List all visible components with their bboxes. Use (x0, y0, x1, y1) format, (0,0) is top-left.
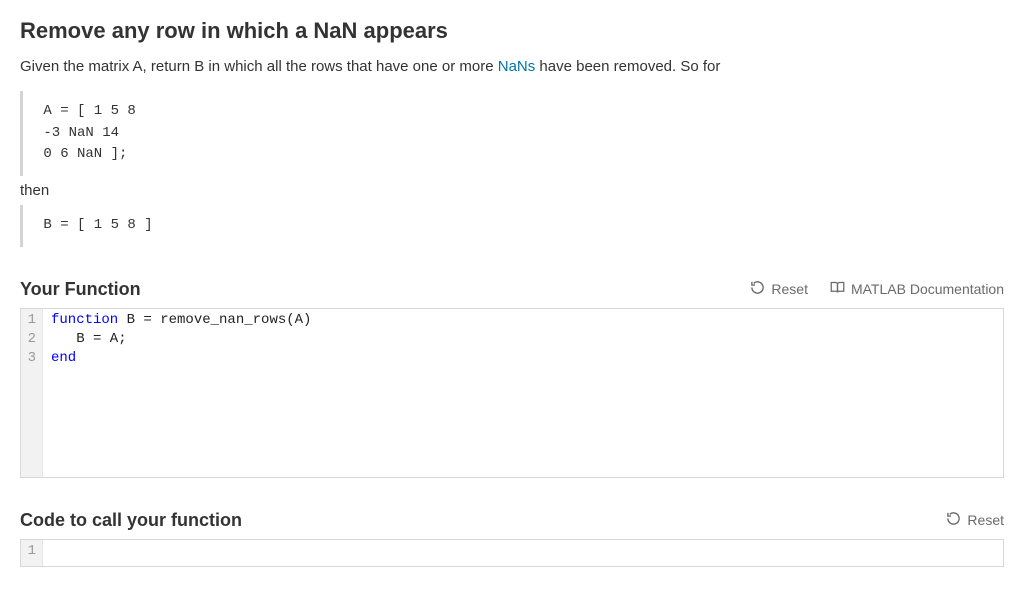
example-code-a: A = [ 1 5 8 -3 NaN 14 0 6 NaN ]; (20, 91, 1004, 176)
matlab-docs-button[interactable]: MATLAB Documentation (830, 280, 1004, 298)
desc-pre: Given the matrix A, return B in which al… (20, 58, 498, 75)
problem-description: Given the matrix A, return B in which al… (20, 56, 1004, 77)
matlab-docs-label: MATLAB Documentation (851, 281, 1004, 297)
reset-label: Reset (771, 281, 808, 297)
call-code-actions: Reset (946, 511, 1004, 529)
line-number: 2 (25, 330, 36, 349)
nan-link[interactable]: NaNs (498, 58, 536, 75)
desc-post: have been removed. So for (535, 58, 720, 75)
keyword: function (51, 312, 118, 328)
call-editor[interactable]: 1 (20, 539, 1004, 567)
function-gutter: 1 2 3 (21, 309, 43, 477)
your-function-actions: Reset MATLAB Documentation (750, 280, 1004, 298)
code-text: B = A; (51, 331, 127, 347)
call-code-header: Code to call your function Reset (20, 510, 1004, 531)
code-text: B = remove_nan_rows(A) (118, 312, 311, 328)
then-text: then (20, 182, 1004, 199)
book-icon (830, 280, 845, 298)
your-function-header: Your Function Reset MATLAB Documentation (20, 279, 1004, 300)
call-gutter: 1 (21, 540, 43, 566)
reset-icon (946, 511, 961, 529)
your-function-title: Your Function (20, 279, 141, 300)
call-code-title: Code to call your function (20, 510, 242, 531)
example-code-b: B = [ 1 5 8 ] (20, 205, 1004, 247)
function-editor[interactable]: 1 2 3 function B = remove_nan_rows(A) B … (20, 308, 1004, 478)
reset-label: Reset (967, 512, 1004, 528)
line-number: 3 (25, 349, 36, 368)
reset-button[interactable]: Reset (750, 280, 808, 298)
line-number: 1 (25, 311, 36, 330)
line-number: 1 (25, 542, 36, 561)
reset-button[interactable]: Reset (946, 511, 1004, 529)
reset-icon (750, 280, 765, 298)
function-code[interactable]: function B = remove_nan_rows(A) B = A; e… (43, 309, 1003, 477)
keyword: end (51, 350, 76, 366)
call-code[interactable] (43, 540, 1003, 566)
page-title: Remove any row in which a NaN appears (20, 18, 1004, 44)
